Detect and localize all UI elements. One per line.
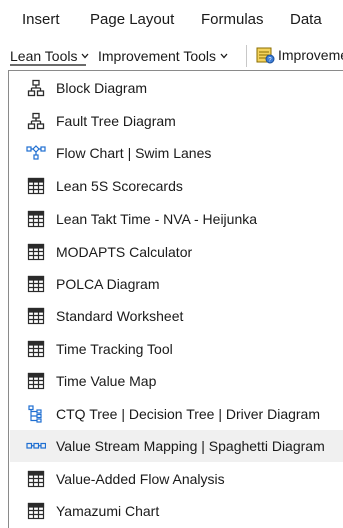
menu-item-label: Value-Added Flow Analysis xyxy=(56,471,225,487)
lean-tools-label: Lean Tools xyxy=(10,48,78,64)
menu-item-label: Value Stream Mapping | Spaghetti Diagram xyxy=(56,438,325,454)
improvement-tools-button[interactable]: Improvement Tools xyxy=(98,48,228,64)
menu-item-lean-takt-time[interactable]: Lean Takt Time - NVA - Heijunka xyxy=(10,203,343,235)
menu-item-fault-tree-diagram[interactable]: Fault Tree Diagram xyxy=(10,105,343,137)
table-icon xyxy=(26,372,46,390)
menu-item-modapts-calculator[interactable]: MODAPTS Calculator xyxy=(10,236,343,268)
menu-item-polca-diagram[interactable]: POLCA Diagram xyxy=(10,268,343,300)
table-icon xyxy=(26,502,46,520)
chevron-down-icon xyxy=(81,53,89,59)
tab-formulas[interactable]: Formulas xyxy=(201,11,264,28)
menu-item-label: Fault Tree Diagram xyxy=(56,113,176,129)
menu-item-time-value-map[interactable]: Time Value Map xyxy=(10,365,343,397)
menu-item-block-diagram[interactable]: Block Diagram xyxy=(10,72,343,104)
hierarchy-icon xyxy=(26,112,46,130)
menu-item-lean-5s-scorecards[interactable]: Lean 5S Scorecards xyxy=(10,170,343,202)
menu-item-label: Lean Takt Time - NVA - Heijunka xyxy=(56,211,258,227)
improvement-button[interactable]: ? Improveme xyxy=(256,45,343,64)
menu-item-label: Yamazumi Chart xyxy=(56,503,160,519)
menu-item-label: Flow Chart | Swim Lanes xyxy=(56,145,212,161)
menu-item-value-stream-mapping[interactable]: Value Stream Mapping | Spaghetti Diagram xyxy=(10,430,343,462)
chevron-down-icon xyxy=(220,53,228,59)
tree-icon xyxy=(26,405,46,423)
active-underline xyxy=(10,64,86,66)
value-stream-icon xyxy=(26,437,46,455)
flowchart-icon xyxy=(26,144,46,162)
table-icon xyxy=(26,470,46,488)
table-icon xyxy=(26,243,46,261)
table-icon xyxy=(26,307,46,325)
menu-item-yamazumi-chart[interactable]: Yamazumi Chart xyxy=(10,495,343,527)
ribbon-tab-bar: Insert Page Layout Formulas Data xyxy=(0,0,343,40)
tab-page-layout[interactable]: Page Layout xyxy=(90,11,174,28)
menu-item-value-added-flow-analysis[interactable]: Value-Added Flow Analysis xyxy=(10,463,343,495)
table-icon xyxy=(26,340,46,358)
add-in-toolbar: Lean Tools Improvement Tools ? Improveme xyxy=(0,40,343,70)
menu-item-label: Lean 5S Scorecards xyxy=(56,178,183,194)
menu-item-label: Time Value Map xyxy=(56,373,157,389)
tab-data[interactable]: Data xyxy=(290,11,322,28)
improvement-icon: ? xyxy=(256,45,275,64)
menu-item-label: MODAPTS Calculator xyxy=(56,244,193,260)
hierarchy-icon xyxy=(26,79,46,97)
menu-item-ctq-tree[interactable]: CTQ Tree | Decision Tree | Driver Diagra… xyxy=(10,398,343,430)
menu-item-time-tracking-tool[interactable]: Time Tracking Tool xyxy=(10,333,343,365)
lean-tools-menu: Block Diagram Fault Tree Diagram Flow Ch… xyxy=(8,70,343,528)
menu-item-label: Standard Worksheet xyxy=(56,308,184,324)
menu-item-label: POLCA Diagram xyxy=(56,276,160,292)
menu-item-label: Block Diagram xyxy=(56,80,148,96)
menu-item-label: CTQ Tree | Decision Tree | Driver Diagra… xyxy=(56,406,321,422)
menu-item-standard-worksheet[interactable]: Standard Worksheet xyxy=(10,300,343,332)
improvement-tools-label: Improvement Tools xyxy=(98,48,217,64)
menu-item-flow-chart-swim-lanes[interactable]: Flow Chart | Swim Lanes xyxy=(10,137,343,169)
menu-item-label: Time Tracking Tool xyxy=(56,341,173,357)
lean-tools-button[interactable]: Lean Tools xyxy=(10,48,89,64)
improvement-label: Improveme xyxy=(278,46,343,63)
table-icon xyxy=(26,177,46,195)
table-icon xyxy=(26,210,46,228)
toolbar-separator xyxy=(246,45,247,67)
table-icon xyxy=(26,275,46,293)
tab-insert[interactable]: Insert xyxy=(22,11,60,28)
